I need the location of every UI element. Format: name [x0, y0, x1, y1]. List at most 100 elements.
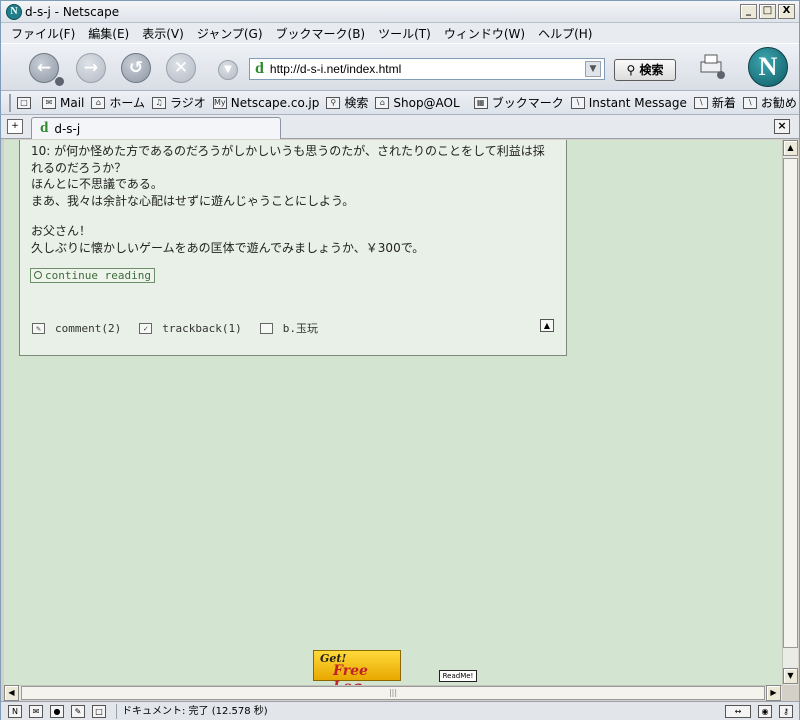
trackback-link[interactable]: ✓ trackback(1): [139, 321, 242, 335]
toolbar-item-label: ラジオ: [170, 96, 206, 110]
toolbar-item-label: Shop@AOL: [393, 95, 460, 110]
url-dropdown-button[interactable]: ▼: [585, 61, 601, 77]
search-button-label: 検索: [639, 63, 664, 77]
menu-window[interactable]: ウィンドウ(W): [444, 25, 525, 42]
page-top-button[interactable]: ▲: [540, 319, 554, 332]
bookmark-icon: ∖: [693, 96, 708, 109]
entry-text-line: ほんとに不思議である。: [31, 177, 163, 191]
security-lock-icon[interactable]: ⚷: [779, 704, 793, 718]
back-history-dropdown[interactable]: [55, 77, 64, 86]
address-book-icon[interactable]: □: [92, 704, 106, 718]
menu-help[interactable]: ヘルプ(H): [538, 25, 592, 42]
vertical-scroll-thumb[interactable]: [783, 158, 798, 648]
tab-d-s-j[interactable]: d d-s-j: [31, 117, 281, 139]
scroll-up-button[interactable]: ▲: [783, 140, 798, 156]
arrow-up-icon: ▲: [543, 321, 551, 330]
print-icon[interactable]: [697, 52, 727, 80]
close-button[interactable]: X: [778, 4, 795, 19]
comment-link[interactable]: ✎ comment(2): [32, 322, 121, 335]
menu-file[interactable]: ファイル(F): [11, 25, 75, 42]
readme-link[interactable]: ReadMe!: [439, 670, 477, 682]
close-tab-button[interactable]: ×: [774, 119, 790, 134]
site-favicon-icon: d: [255, 60, 264, 77]
search-button[interactable]: ⚲ 検索: [614, 59, 676, 81]
new-tab-button[interactable]: +: [7, 119, 23, 134]
minimize-button[interactable]: _: [740, 4, 757, 19]
vertical-scrollbar[interactable]: ▲ ▼: [782, 140, 798, 685]
toolbar-item-recommended[interactable]: ∖ お勧め: [742, 94, 797, 111]
reload-icon: ↺: [128, 58, 144, 78]
menu-view[interactable]: 表示(V): [142, 25, 184, 42]
stop-button[interactable]: ✕: [166, 53, 196, 83]
page-content[interactable]: 10: が何か怪めた方であるのだろうがしかしいうも思うのたが、されたりのことをし…: [4, 140, 782, 685]
search-icon: ⚲: [326, 96, 341, 109]
tab-label: d-s-j: [54, 121, 81, 136]
browser-window: N d-s-j - Netscape _ □ X ファイル(F) 編集(E) 表…: [0, 0, 800, 720]
forward-button[interactable]: →: [76, 53, 106, 83]
arrow-down-icon: ▼: [787, 671, 794, 680]
mail-icon[interactable]: ✉: [29, 704, 43, 718]
toolbar-item-shop[interactable]: ⌂ Shop@AOL: [375, 95, 460, 110]
scroll-down-button[interactable]: ▼: [783, 668, 798, 684]
category-link[interactable]: b.玉玩: [259, 320, 318, 336]
new-tab-icon: +: [11, 121, 19, 131]
toolbar-grip-icon[interactable]: [9, 93, 11, 112]
continue-reading-link[interactable]: continue reading: [30, 268, 155, 283]
bookmark-icon: ∖: [742, 96, 757, 109]
tab-bar: + d d-s-j ×: [1, 115, 799, 139]
continue-reading-label: continue reading: [45, 269, 151, 282]
category-label: b.玉玩: [282, 322, 318, 335]
toolbar-item-radio[interactable]: ♫ ラジオ: [152, 94, 206, 111]
toolbar-item-netscape[interactable]: My Netscape.co.jp: [212, 96, 319, 110]
toolbar-item-search[interactable]: ⚲ 検索: [326, 94, 368, 111]
composer-icon[interactable]: ✎: [71, 704, 85, 718]
url-input[interactable]: http://d-s-i.net/index.html: [270, 62, 585, 76]
status-bar: N ✉ ● ✎ □ ドキュメント: 完了 (12.578 秒) ↔ ◉ ⚷: [1, 701, 799, 720]
menu-go[interactable]: ジャンプ(G): [197, 25, 263, 42]
toolbar-item-home[interactable]: ⌂ ホーム: [91, 94, 145, 111]
toolbar-item-mail[interactable]: ✉ Mail: [42, 96, 84, 110]
home-icon: ⌂: [91, 96, 106, 109]
menu-edit[interactable]: 編集(E): [88, 25, 129, 42]
arrow-left-icon: ◀: [8, 688, 15, 697]
menu-bookmarks[interactable]: ブックマーク(B): [276, 25, 366, 42]
reload-button[interactable]: ↺: [121, 53, 151, 83]
personal-toolbar: □ ✉ Mail ⌂ ホーム ♫ ラジオ My Netscape.co.jp ⚲ 検索 ⌂…: [1, 91, 799, 115]
aim-icon[interactable]: ●: [50, 704, 64, 718]
popup-blocker-icon[interactable]: ◉: [758, 704, 772, 718]
free-log-badge[interactable]: Get! Free Log: [313, 650, 401, 685]
my-icon: My: [212, 96, 227, 109]
toolbar-item-new[interactable]: ∖ 新着: [693, 94, 736, 111]
maximize-button[interactable]: □: [759, 4, 776, 19]
toolbar-item-label: Mail: [60, 95, 85, 110]
netscape-status-icon[interactable]: N: [8, 704, 22, 718]
entry-text-line: れるのだろうか？: [31, 160, 127, 175]
chevron-down-icon: ▼: [224, 64, 232, 75]
folder-icon: [259, 322, 273, 334]
scroll-right-button[interactable]: ▶: [766, 685, 781, 701]
back-arrow-icon: ←: [36, 58, 52, 78]
url-history-button[interactable]: ▼: [218, 60, 238, 80]
scroll-left-button[interactable]: ◀: [4, 685, 19, 701]
toolbar-item-bookmarks[interactable]: ▦ ブックマーク: [473, 94, 564, 111]
entry-text-line: お父さん！: [31, 224, 92, 238]
entry-text-line: まあ、我々は余計な心配はせずに遊んじゃうことにしよう。: [31, 193, 355, 208]
toolbar-item-label: ブックマーク: [491, 96, 564, 110]
trackback-label: trackback(1): [162, 321, 242, 335]
bookmark-icon: ∖: [570, 96, 585, 109]
netscape-logo-icon[interactable]: N: [748, 47, 788, 87]
toolbar-home-tabs-button[interactable]: □: [17, 96, 35, 109]
url-bar[interactable]: d http://d-s-i.net/index.html ▼: [249, 58, 605, 80]
online-connection-icon[interactable]: ↔: [725, 704, 751, 718]
menu-tools[interactable]: ツール(T): [378, 25, 431, 42]
window-title: d-s-j - Netscape: [25, 4, 120, 19]
horizontal-scrollbar[interactable]: ◀ ||| ▶: [4, 685, 782, 701]
window-controls: _ □ X: [740, 4, 795, 19]
toolbar-item-label: お勧め: [760, 96, 797, 110]
toolbar-item-instant-message[interactable]: ∖ Instant Message: [570, 96, 687, 110]
toolbar-item-label: ホーム: [109, 96, 146, 110]
radio-icon: ♫: [152, 96, 167, 109]
folder-icon: ▦: [473, 96, 488, 109]
close-icon: ×: [777, 119, 787, 132]
horizontal-scroll-thumb[interactable]: |||: [21, 686, 765, 700]
